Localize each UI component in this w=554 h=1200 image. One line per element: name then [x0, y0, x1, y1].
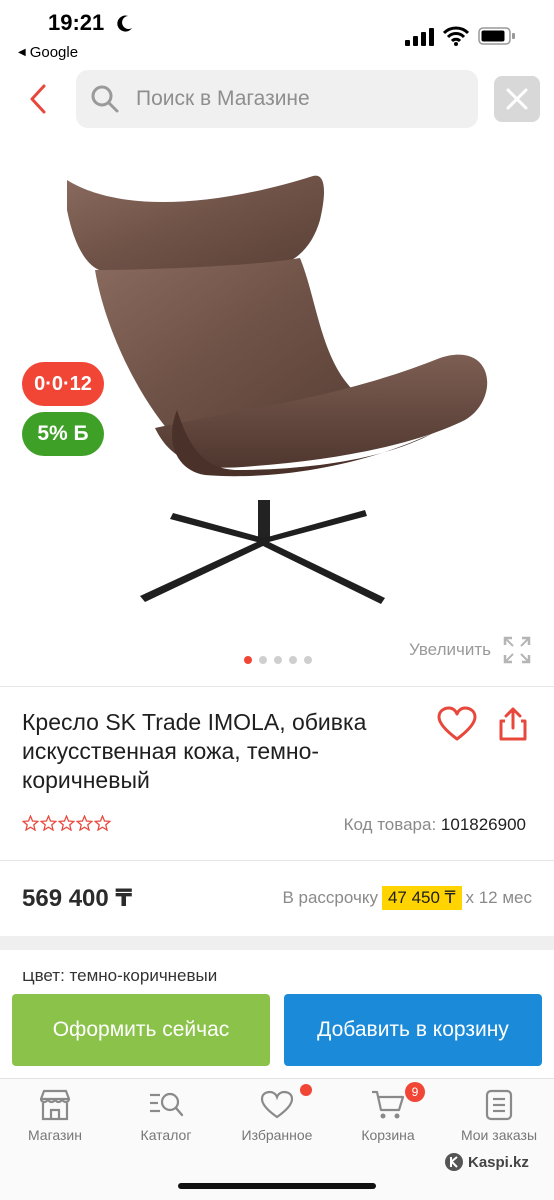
back-triangle-icon: ◀	[18, 47, 26, 58]
status-time: 19:21	[48, 10, 105, 35]
bottom-tab-bar: Магазин Каталог Избранное Корзина Мои за…	[0, 1078, 554, 1200]
bonus-badge: 5% Б	[22, 412, 104, 456]
battery-icon	[478, 27, 515, 45]
divider	[0, 860, 554, 861]
heart-icon	[260, 1090, 294, 1119]
installment-info[interactable]: В рассрочку 47 450 ₸ x 12 мес	[282, 886, 532, 910]
installment-prefix: В рассрочку	[282, 888, 378, 907]
product-gallery[interactable]: 0·0·12 5% Б Увеличить	[0, 140, 554, 680]
cellular-signal-icon	[405, 28, 434, 46]
product-code-label: Код товара:	[343, 815, 437, 834]
search-placeholder: Поиск в Магазине	[136, 87, 310, 110]
back-app-label: Google	[29, 44, 79, 61]
back-to-app-link[interactable]: ◀ Google	[18, 44, 78, 61]
search-input[interactable]: Поиск в Магазине	[76, 70, 478, 128]
favorites-notification-dot	[300, 1084, 312, 1096]
pagination-dot[interactable]	[259, 656, 267, 664]
search-icon	[91, 85, 119, 113]
product-code: Код товара: 101826900	[344, 815, 526, 835]
product-title: Кресло SK Trade IMOLA, обивка искусствен…	[22, 709, 367, 793]
status-bar: 19:21 ◀ Google	[0, 0, 554, 66]
section-separator	[0, 936, 554, 950]
cart-count-badge: 9	[405, 1082, 425, 1102]
color-spec-row: Цвет: темно-коричневый	[22, 972, 242, 986]
pagination-dot-active[interactable]	[244, 656, 252, 664]
gallery-pagination	[244, 656, 312, 664]
tab-shop-label: Магазин	[27, 1127, 82, 1143]
star-outline-icon	[58, 815, 75, 831]
star-outline-icon	[76, 815, 93, 831]
product-code-value: 101826900	[440, 815, 526, 834]
star-outline-icon	[22, 815, 39, 831]
kaspi-logo-icon	[445, 1153, 463, 1171]
add-to-cart-button[interactable]: Добавить в корзину	[284, 994, 542, 1066]
back-arrow-icon[interactable]	[24, 82, 56, 116]
installment-badge: 0·0·12	[22, 362, 104, 406]
product-price: 569 400 ₸	[22, 885, 133, 912]
search-header: Поиск в Магазине	[0, 68, 554, 130]
zoom-button[interactable]: Увеличить	[409, 636, 531, 664]
catalog-search-icon	[150, 1092, 184, 1117]
tab-catalog[interactable]: Каталог	[111, 1089, 221, 1143]
share-icon[interactable]	[496, 706, 530, 742]
installment-suffix: x 12 мес	[465, 888, 533, 907]
zoom-label: Увеличить	[409, 640, 491, 659]
star-outline-icon	[40, 815, 57, 831]
cart-icon	[372, 1090, 405, 1119]
tab-orders-label: Мои заказы	[460, 1127, 538, 1143]
installment-amount: 47 450 ₸	[381, 886, 462, 910]
divider	[0, 686, 554, 687]
tab-catalog-label: Каталог	[140, 1127, 192, 1143]
tab-cart-label: Корзина	[361, 1127, 415, 1143]
orders-icon	[485, 1089, 513, 1121]
color-spec-text: Цвет: темно-коричневый	[22, 972, 218, 985]
tab-orders[interactable]: Мои заказы	[444, 1089, 554, 1143]
buy-now-button[interactable]: Оформить сейчас	[12, 994, 270, 1066]
tab-favorites-label: Избранное	[241, 1127, 313, 1143]
wifi-icon	[443, 26, 469, 46]
favorite-heart-icon[interactable]	[437, 706, 477, 742]
tab-cart[interactable]: Корзина	[333, 1089, 443, 1143]
kaspi-watermark-text: Kaspi.kz	[468, 1153, 529, 1171]
product-image-chair[interactable]	[55, 170, 505, 610]
star-outline-icon	[94, 815, 111, 831]
close-icon	[506, 88, 528, 110]
home-indicator[interactable]	[178, 1183, 376, 1189]
kaspi-watermark: Kaspi.kz	[444, 1152, 529, 1172]
shop-icon	[39, 1089, 71, 1121]
moon-icon	[117, 15, 132, 32]
pagination-dot[interactable]	[274, 656, 282, 664]
tab-shop[interactable]: Магазин	[0, 1089, 110, 1143]
rating-stars[interactable]	[22, 815, 111, 831]
expand-icon	[503, 636, 531, 664]
pagination-dot[interactable]	[289, 656, 297, 664]
tab-favorites[interactable]: Избранное	[222, 1089, 332, 1143]
close-button[interactable]	[494, 76, 540, 122]
pagination-dot[interactable]	[304, 656, 312, 664]
